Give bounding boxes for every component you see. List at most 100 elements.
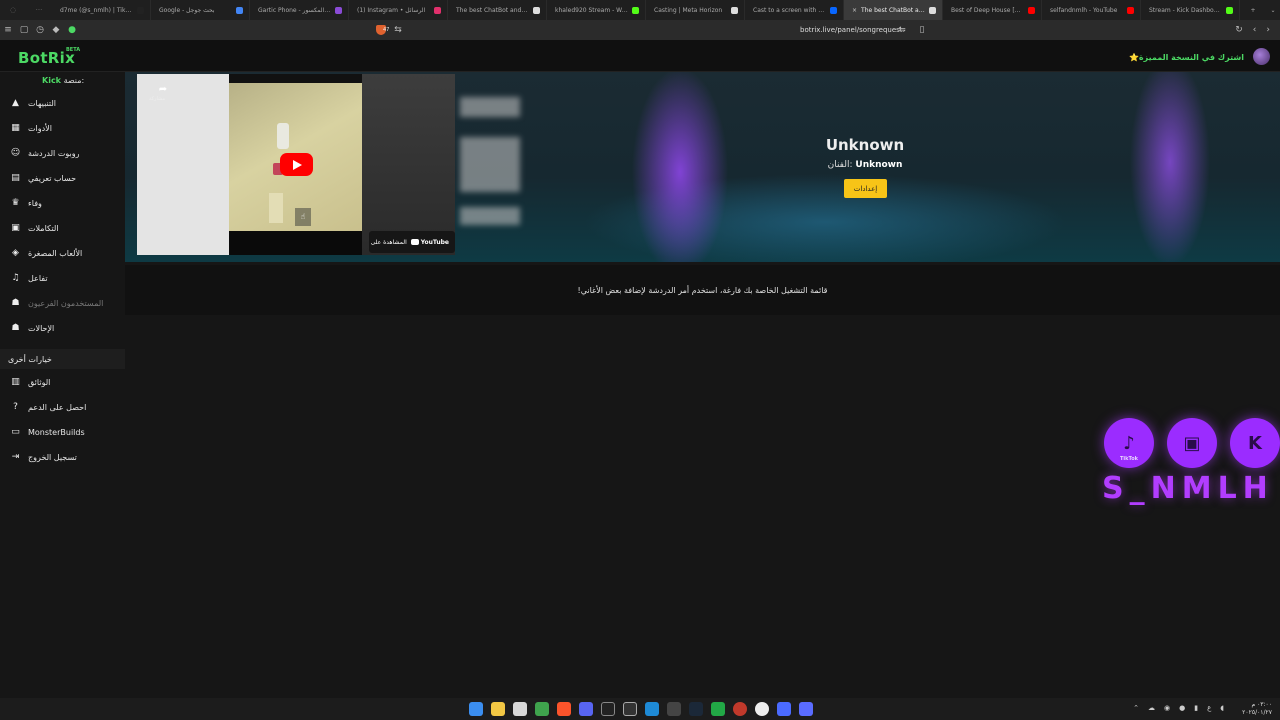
record-app-icon[interactable] bbox=[733, 702, 747, 716]
tab-favicon-icon bbox=[137, 6, 144, 14]
avatar[interactable] bbox=[1253, 48, 1270, 65]
sidebar-item-logout[interactable]: ⇥ تسجيل الخروج bbox=[0, 445, 125, 469]
sidebar-item-robot[interactable]: ☺ روبوت الدردشة bbox=[0, 141, 125, 165]
settings-button[interactable]: إعدادات bbox=[844, 179, 887, 198]
sidebar-item-puzzle[interactable]: ▣ التكاملات bbox=[0, 216, 125, 240]
obs-icon[interactable] bbox=[623, 702, 637, 716]
tab-favicon-icon bbox=[236, 6, 243, 14]
browser-tab[interactable]: d7me (@s_nmlh) | TikTok(5) bbox=[52, 0, 151, 20]
discord-icon[interactable] bbox=[579, 702, 593, 716]
reload-icon[interactable]: ↻ bbox=[1235, 25, 1243, 35]
tab-title: Stream - Kick Dashboard bbox=[1149, 6, 1222, 14]
speaker-icon[interactable]: ◖ bbox=[1220, 704, 1224, 712]
bookmark-icon[interactable]: ▯ bbox=[914, 25, 930, 35]
vr-icon[interactable] bbox=[601, 702, 615, 716]
artist-name: Unknown bbox=[855, 160, 903, 170]
tray-app-icon[interactable]: ◉ bbox=[1164, 704, 1170, 712]
sidebar-toggle-icon[interactable]: ≡ bbox=[0, 25, 16, 35]
song-artist: الفنان: Unknown bbox=[785, 160, 945, 170]
share-label[interactable]: مشاركة bbox=[149, 96, 165, 102]
sidebar-item-docs[interactable]: ▥ الوثائق bbox=[0, 370, 125, 394]
sidebar-item-label: الوثائق bbox=[28, 377, 51, 387]
sidebar-item-warning[interactable]: ▲ التنبيهات bbox=[0, 91, 125, 115]
browser-tab[interactable]: Casting | Meta Horizon bbox=[646, 0, 745, 20]
play-button[interactable] bbox=[280, 153, 313, 176]
app-green-icon[interactable] bbox=[535, 702, 549, 716]
tab-favicon-icon bbox=[335, 6, 342, 14]
sidebar-item-label: تفاعل bbox=[28, 273, 48, 283]
sidebar-item-referrals[interactable]: ☗ الإحالات bbox=[0, 316, 125, 340]
users-icon: ☗ bbox=[11, 298, 20, 308]
tab-title: Cast to a screen with Meta bbox=[753, 6, 826, 14]
sidebar-item-music[interactable]: ♫ تفاعل bbox=[0, 266, 125, 290]
clock[interactable]: ٠٣:٠٠ م ٢٠٢٥/٠١/٢٧ bbox=[1242, 701, 1272, 717]
sidebar-item-laptop[interactable]: ▭ MonsterBuilds bbox=[0, 420, 125, 444]
steam-icon[interactable] bbox=[689, 702, 703, 716]
history-icon[interactable]: ◷ bbox=[32, 25, 48, 35]
file-explorer-icon[interactable] bbox=[491, 702, 505, 716]
workspaces-icon[interactable]: ▢ bbox=[16, 25, 32, 35]
cloud-icon[interactable]: ☁ bbox=[1148, 704, 1155, 712]
song-queue: قائمة التشغيل الخاصة بك فارغة، استخدم أم… bbox=[125, 265, 1280, 315]
new-tab-button[interactable]: + bbox=[1246, 7, 1260, 14]
store-icon[interactable] bbox=[513, 702, 527, 716]
browser-tab[interactable]: Gartic Phone - الهاتف المكسور bbox=[250, 0, 349, 20]
browser-tab[interactable]: Cast to a screen with Meta bbox=[745, 0, 844, 20]
forward-icon[interactable]: › bbox=[1266, 25, 1270, 35]
premium-subscribe-link[interactable]: اشترك في النسخة المميزة⭐ bbox=[1129, 53, 1244, 62]
sidebar-item-id-card[interactable]: ▤ حساب تعريفي bbox=[0, 166, 125, 190]
youtube-embed[interactable]: ➦ مشاركة ☝ المشاهدة على YouTube bbox=[137, 74, 455, 255]
browser-tab[interactable]: The best ChatBot and Wid bbox=[448, 0, 547, 20]
chatgpt-icon[interactable] bbox=[755, 702, 769, 716]
chevron-down-icon[interactable]: ⌄ bbox=[1266, 7, 1280, 14]
browser-tab[interactable]: × The best ChatBot and Wid bbox=[844, 0, 943, 20]
browser-tab[interactable]: Google - بحث جوجل bbox=[151, 0, 250, 20]
tab-title: selfandnmlh - YouTube bbox=[1050, 6, 1118, 14]
laptop-icon: ▭ bbox=[11, 427, 20, 437]
url-field[interactable]: botrix.live/panel/songrequest bbox=[800, 26, 903, 34]
close-icon[interactable]: × bbox=[852, 7, 857, 14]
sidebar-item-users[interactable]: ☗ المستخدمون الفرعيون bbox=[0, 291, 125, 315]
video-letterbox bbox=[229, 231, 362, 255]
tab-favicon-icon bbox=[929, 6, 936, 14]
mic-icon[interactable]: ● bbox=[1179, 704, 1185, 712]
grid-app-icon[interactable] bbox=[667, 702, 681, 716]
tab-title: The best ChatBot and Wid bbox=[861, 6, 925, 14]
banner-blur-shape bbox=[460, 137, 520, 192]
cursor-hand-icon: ☝ bbox=[295, 208, 311, 226]
app-blue-icon[interactable] bbox=[645, 702, 659, 716]
brave-icon[interactable] bbox=[557, 702, 571, 716]
sidebar-item-gamepad[interactable]: ◈ الألعاب المصغرة bbox=[0, 241, 125, 265]
lock-app-icon[interactable] bbox=[711, 702, 725, 716]
browser-tab[interactable]: selfandnmlh - YouTube bbox=[1042, 0, 1141, 20]
app-purple-icon[interactable] bbox=[799, 702, 813, 716]
sidebar-item-tools[interactable]: ▦ الأدوات bbox=[0, 116, 125, 140]
youtube-logo: YouTube bbox=[410, 239, 449, 246]
start-icon[interactable] bbox=[469, 702, 483, 716]
sidebar-item-label: MonsterBuilds bbox=[28, 427, 85, 437]
extension-icon[interactable]: ◆ bbox=[48, 25, 64, 35]
sidebar: Kick منصة: ▲ التنبيهات ▦ الأدوات ☺ روبوت الدر… bbox=[0, 72, 125, 692]
sidebar-item-help[interactable]: ? احصل على الدعم bbox=[0, 395, 125, 419]
beta-badge: BETA bbox=[66, 47, 81, 53]
reader-mode-icon[interactable]: ⇆ bbox=[390, 25, 406, 35]
video-side-blur bbox=[362, 74, 455, 255]
back-icon[interactable]: ‹ bbox=[1253, 25, 1257, 35]
share-icon[interactable]: ➦ bbox=[151, 84, 175, 95]
browser-tab[interactable]: Stream - Kick Dashboard bbox=[1141, 0, 1240, 20]
chevron-up-icon[interactable]: ⌃ bbox=[1133, 704, 1139, 712]
tab-overflow-icon[interactable]: ··· bbox=[26, 6, 52, 14]
system-tray: ⌃ ☁ ◉ ● ▮ ع ◖ bbox=[1133, 704, 1224, 712]
other-options-heading: خيارات أخرى bbox=[0, 349, 125, 369]
browser-tab[interactable]: khaled920 Stream - Watch bbox=[547, 0, 646, 20]
browser-tab[interactable]: Best of Deep House [2025] bbox=[943, 0, 1042, 20]
sidebar-item-label: تسجيل الخروج bbox=[28, 452, 77, 462]
watch-on-youtube-button[interactable]: المشاهدة على YouTube bbox=[369, 231, 455, 253]
browser-tab[interactable]: (1) Instagram • الرسائل bbox=[349, 0, 448, 20]
sidebar-item-trophy[interactable]: ♛ وفاء bbox=[0, 191, 125, 215]
site-settings-icon[interactable]: ⇋ bbox=[894, 25, 910, 35]
language-icon[interactable]: ع bbox=[1207, 704, 1211, 712]
network-icon[interactable]: ▮ bbox=[1194, 704, 1198, 712]
app-diamond-icon[interactable] bbox=[777, 702, 791, 716]
tab-actions-icon[interactable]: ◌ bbox=[0, 6, 26, 14]
